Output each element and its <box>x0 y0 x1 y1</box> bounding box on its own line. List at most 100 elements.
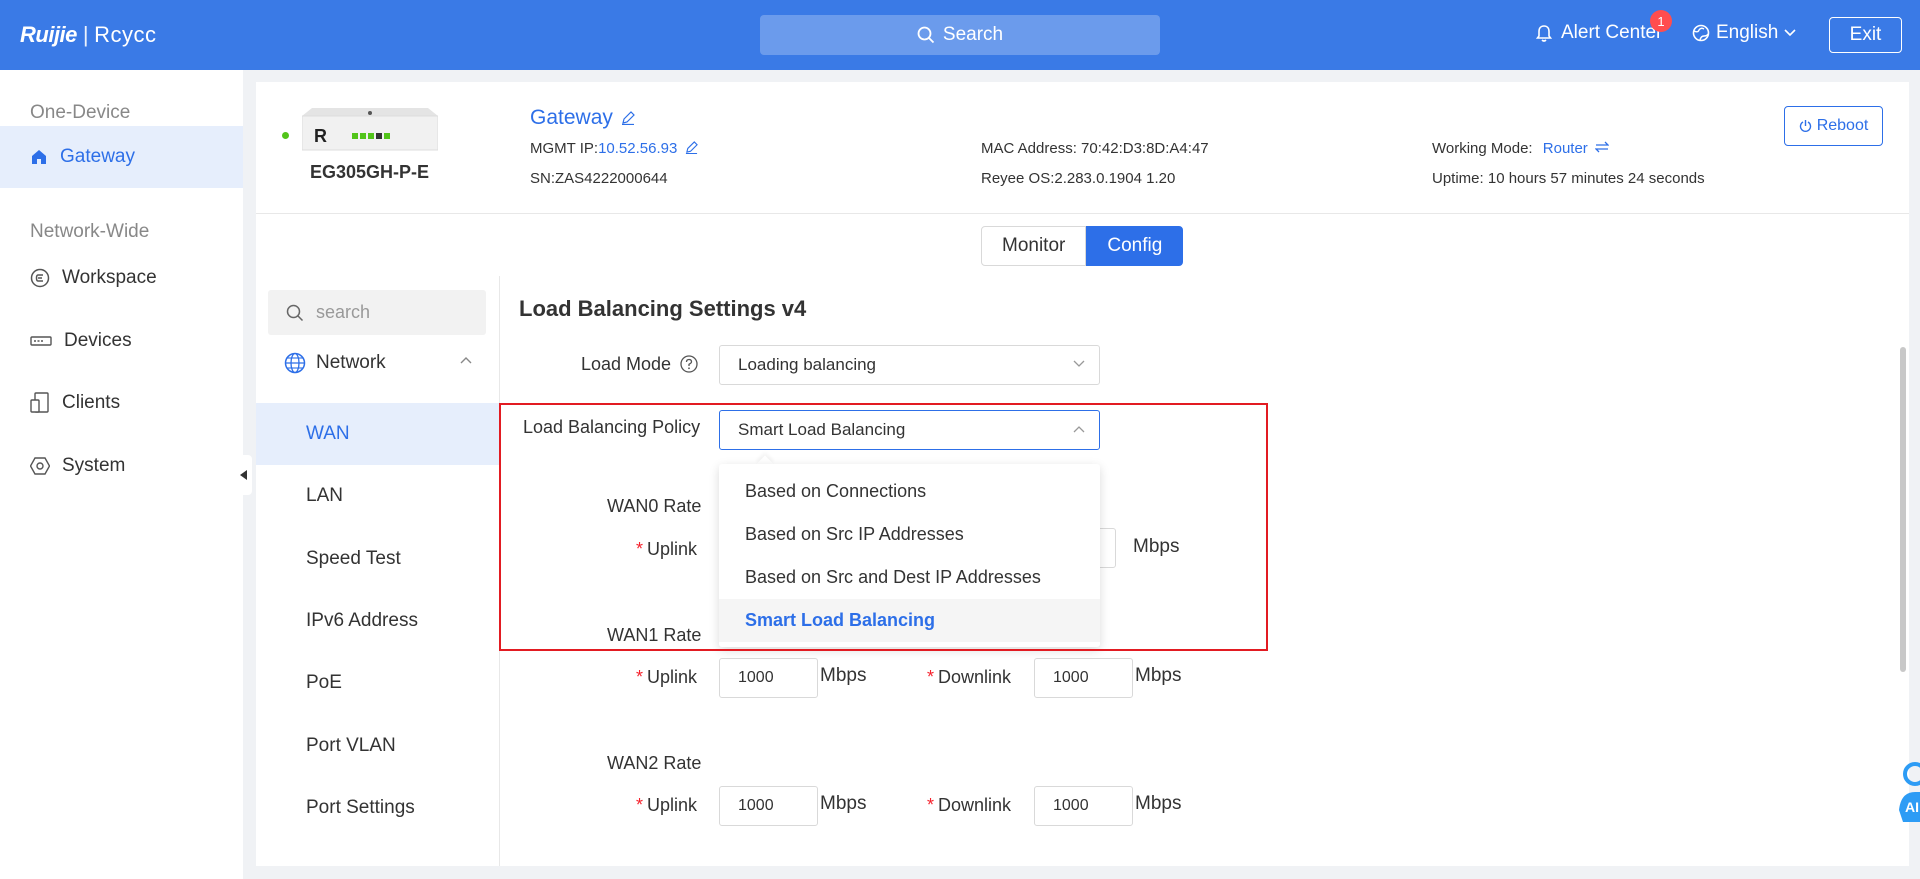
sidebar-item-clients[interactable]: Clients <box>0 372 243 434</box>
sidebar-item-workspace[interactable]: Workspace <box>0 247 243 309</box>
load-mode-value: Loading balancing <box>738 355 877 374</box>
alert-count-badge: 1 <box>1650 10 1672 32</box>
tab-config[interactable]: Config <box>1086 226 1184 266</box>
required-mark: * <box>636 795 644 815</box>
tab-monitor[interactable]: Monitor <box>981 226 1087 266</box>
sidebar-item-gateway[interactable]: Gateway <box>0 126 243 188</box>
wan2-downlink-input[interactable]: 1000 <box>1034 786 1133 826</box>
edit-icon[interactable] <box>621 111 635 125</box>
uplink-label: Uplink <box>647 539 698 559</box>
help-icon[interactable] <box>680 355 698 373</box>
globe-icon <box>284 352 306 374</box>
policy-option-src-ip[interactable]: Based on Src IP Addresses <box>719 513 1100 556</box>
working-mode-label: Working Mode: <box>1432 140 1533 157</box>
assistant-robot-icon[interactable]: AI <box>1893 762 1920 822</box>
uptime: Uptime: 10 hours 57 minutes 24 seconds <box>1432 170 1705 187</box>
nav-item-lan[interactable]: LAN <box>256 465 499 527</box>
nav-item-ipv6-address[interactable]: IPv6 Address <box>256 590 499 652</box>
required-mark: * <box>927 667 935 687</box>
brand-logo[interactable]: Ruijie | Rcycc <box>20 22 157 48</box>
wan0-downlink-unit: Mbps <box>1133 536 1180 557</box>
settings-hexagon-icon <box>30 457 50 475</box>
alert-center-button[interactable]: Alert Center 1 <box>1535 10 1672 44</box>
language-selector[interactable]: English <box>1692 22 1796 44</box>
wan0-uplink-label: * Uplink <box>636 539 697 560</box>
exit-button[interactable]: Exit <box>1829 17 1902 53</box>
nav-search-input[interactable]: search <box>268 290 486 335</box>
wan1-uplink-unit: Mbps <box>820 665 867 686</box>
svg-text:R: R <box>314 126 327 146</box>
workspace-icon <box>30 268 50 288</box>
working-mode-value[interactable]: Router <box>1543 140 1588 157</box>
sidebar-item-label: Clients <box>62 392 121 413</box>
load-mode-select[interactable]: Loading balancing <box>719 345 1100 385</box>
sidebar-item-system[interactable]: System <box>0 435 243 497</box>
wan1-uplink-label: * Uplink <box>636 667 697 688</box>
downlink-label: Downlink <box>938 667 1012 687</box>
nav-item-port-settings[interactable]: Port Settings <box>256 777 499 839</box>
global-search-button[interactable]: Search <box>760 15 1160 55</box>
devices-icon <box>30 336 52 346</box>
mgmt-ip-row: MGMT IP:10.52.56.93 <box>530 140 699 157</box>
nav-group-network[interactable]: Network <box>284 352 484 374</box>
config-panel: Monitor Config search Network WAN LAN Sp… <box>256 214 1909 866</box>
nav-item-speed-test[interactable]: Speed Test <box>256 528 499 590</box>
nav-item-wan[interactable]: WAN <box>256 403 499 465</box>
policy-option-src-dest-ip[interactable]: Based on Src and Dest IP Addresses <box>719 556 1100 599</box>
clients-icon <box>30 392 49 413</box>
working-mode-row: Working Mode: Router <box>1432 140 1610 157</box>
reboot-button[interactable]: Reboot <box>1784 106 1883 146</box>
device-name-link[interactable]: Gateway <box>530 106 635 130</box>
sidebar-item-label: Gateway <box>60 146 135 167</box>
nav-search-placeholder: search <box>316 302 371 322</box>
wan2-uplink-input[interactable]: 1000 <box>719 786 818 826</box>
policy-option-connections[interactable]: Based on Connections <box>719 470 1100 513</box>
sidebar-item-label: Devices <box>64 330 132 351</box>
mac-address: MAC Address: 70:42:D3:8D:A4:47 <box>981 140 1209 157</box>
policy-dropdown-menu: Based on Connections Based on Src IP Add… <box>719 464 1100 647</box>
wan1-downlink-label: * Downlink <box>927 667 1011 688</box>
chevron-up-icon <box>460 357 472 364</box>
mgmt-ip-label: MGMT IP: <box>530 140 599 157</box>
uplink-label: Uplink <box>647 795 698 815</box>
nav-item-poe[interactable]: PoE <box>256 652 499 714</box>
page-scrollbar[interactable] <box>1900 347 1906 672</box>
sidebar-item-label: Workspace <box>62 267 157 288</box>
required-mark: * <box>636 667 644 687</box>
chevron-up-icon <box>1073 426 1085 433</box>
downlink-label: Downlink <box>938 795 1012 815</box>
device-model: EG305GH-P-E <box>310 162 430 182</box>
collapse-left-button[interactable] <box>236 455 252 495</box>
reboot-label: Reboot <box>1816 117 1869 134</box>
online-status-dot <box>282 132 289 139</box>
wan1-downlink-input[interactable]: 1000 <box>1034 658 1133 698</box>
wan1-uplink-input[interactable]: 1000 <box>719 658 818 698</box>
caret-left-icon <box>240 470 247 480</box>
nav-group-label: Network <box>316 352 386 373</box>
wan2-rate-label: WAN2 Rate <box>607 753 702 773</box>
svg-text:AI: AI <box>1905 799 1919 815</box>
brand-sub: Rcycc <box>94 22 157 47</box>
power-icon <box>1799 120 1811 132</box>
switch-icon[interactable] <box>1594 141 1610 153</box>
brand-name: Ruijie <box>20 22 77 47</box>
wan1-downlink-unit: Mbps <box>1135 665 1182 686</box>
sidebar-item-devices[interactable]: Devices <box>0 310 243 372</box>
policy-select[interactable]: Smart Load Balancing <box>719 410 1100 450</box>
search-icon <box>917 26 935 44</box>
nav-item-port-vlan[interactable]: Port VLAN <box>256 715 499 777</box>
edit-icon[interactable] <box>685 141 699 155</box>
language-label: English <box>1716 22 1779 43</box>
policy-value: Smart Load Balancing <box>738 420 906 439</box>
load-mode-label: Load Mode <box>581 354 672 374</box>
alert-center-label: Alert Center <box>1561 22 1663 43</box>
wan2-downlink-label: * Downlink <box>927 795 1011 816</box>
mgmt-ip-value[interactable]: 10.52.56.93 <box>598 140 677 157</box>
policy-option-smart[interactable]: Smart Load Balancing <box>719 599 1100 642</box>
wan1-rate-label: WAN1 Rate <box>607 625 702 645</box>
sidebar-section-one-device: One-Device <box>30 102 131 123</box>
gateway-device-image: R <box>302 108 438 151</box>
wan2-uplink-label: * Uplink <box>636 795 697 816</box>
top-bar: Ruijie | Rcycc Search Alert Center 1 Eng… <box>0 0 1920 70</box>
bell-icon <box>1535 24 1553 42</box>
